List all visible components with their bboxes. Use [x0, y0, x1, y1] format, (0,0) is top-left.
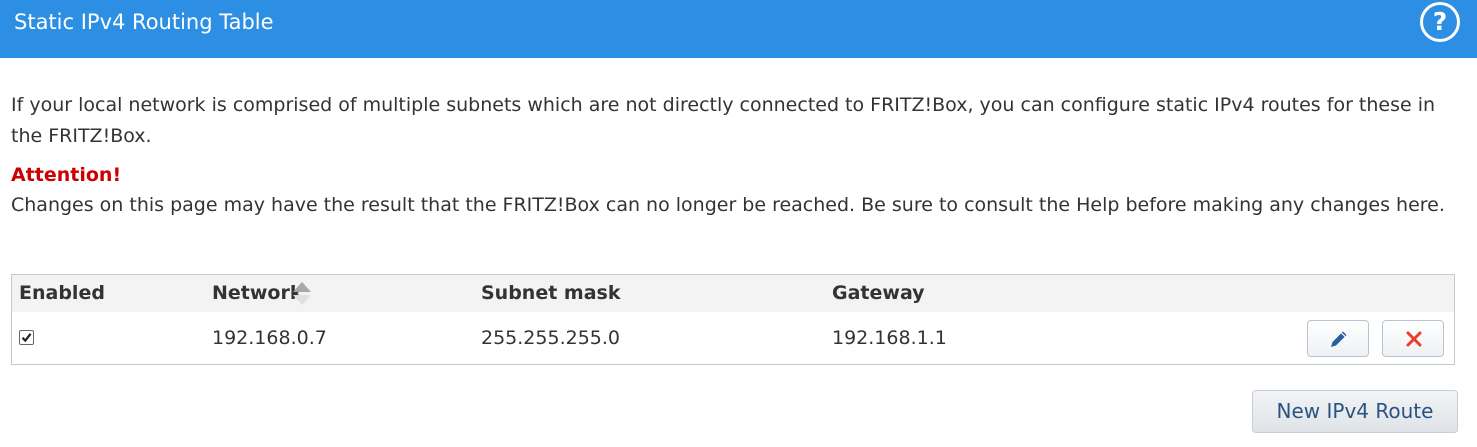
- page-header: Static IPv4 Routing Table ?: [0, 0, 1477, 58]
- intro-text: If your local network is comprised of mu…: [11, 94, 1436, 147]
- help-button[interactable]: ?: [1420, 2, 1460, 42]
- column-header-subnet-mask: Subnet mask: [481, 282, 621, 304]
- question-mark-icon: ?: [1432, 7, 1448, 36]
- page-title: Static IPv4 Routing Table: [14, 10, 274, 34]
- cell-network: 192.168.0.7: [212, 327, 327, 349]
- cell-gateway: 192.168.1.1: [832, 327, 947, 349]
- new-ipv4-route-button[interactable]: New IPv4 Route: [1252, 390, 1458, 433]
- delete-route-button[interactable]: [1382, 320, 1444, 357]
- attention-heading: Attention!: [11, 164, 122, 186]
- enabled-checkbox[interactable]: [19, 330, 34, 345]
- edit-route-button[interactable]: [1307, 320, 1369, 357]
- routing-table: Enabled Network Subnet mask Gateway 192.…: [11, 274, 1455, 365]
- table-header: Enabled Network Subnet mask Gateway: [12, 275, 1454, 312]
- cell-subnet-mask: 255.255.255.0: [481, 327, 621, 349]
- column-header-network[interactable]: Network: [212, 275, 302, 312]
- attention-text: Changes on this page may have the result…: [11, 194, 1445, 216]
- column-header-gateway: Gateway: [832, 282, 925, 304]
- checkmark-icon: [21, 333, 32, 343]
- column-header-enabled: Enabled: [19, 282, 105, 304]
- pencil-icon: [1331, 331, 1347, 347]
- sort-arrows-icon[interactable]: [293, 280, 311, 308]
- close-x-icon: [1406, 331, 1422, 347]
